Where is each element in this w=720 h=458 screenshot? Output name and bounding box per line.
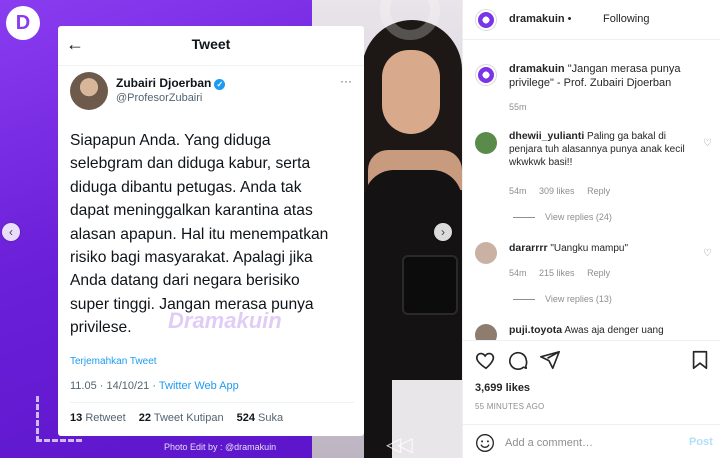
tweet-time: 11.05 · 14/10/21 ·	[70, 380, 157, 392]
like-comment-heart-icon[interactable]: ♡	[703, 138, 712, 149]
retweet-stat: 13 Retweet	[70, 412, 126, 424]
bookmark-icon[interactable]	[689, 349, 711, 371]
translate-tweet-link: Terjemahkan Tweet	[70, 356, 157, 367]
tweet-title: Tweet	[191, 36, 231, 52]
comment-body: Awas aja denger uang	[564, 325, 664, 336]
person-face	[382, 50, 440, 134]
comments-section[interactable]: dramakuin "Jangan merasa punya privilege…	[463, 40, 720, 340]
tweet-text-line: alasan apapun. Hal itu menempatkan	[70, 225, 329, 243]
post-sidebar: dramakuin • Following dramakuin "Jangan m…	[462, 0, 720, 458]
tweet-text-line: Siapapun Anda. Yang diduga	[70, 132, 271, 149]
caption-username[interactable]: dramakuin	[509, 63, 565, 75]
reply-button[interactable]: Reply	[587, 268, 610, 278]
comment-avatar[interactable]	[475, 324, 497, 340]
comment-time: 54m	[509, 186, 527, 196]
caption-time: 55m	[509, 102, 527, 112]
add-comment-bar: Post	[463, 424, 720, 458]
tweet-text-line: selebgram dan diduga kabur, serta	[70, 155, 311, 173]
caption-avatar[interactable]	[475, 64, 497, 86]
rewind-icon: ◁◁	[386, 434, 413, 456]
verified-icon: ✓	[214, 79, 226, 90]
tweet-text-line: diduga dibantu petugas. Anda tak	[70, 178, 302, 196]
tweet-stats: 13 Retweet 22 Tweet Kutipan 524 Suka	[70, 412, 293, 424]
comment-meta: 54m 215 likes Reply	[509, 268, 620, 278]
heart-icon[interactable]	[475, 349, 497, 371]
tweet-author-name: Zubairi Djoerban ✓	[116, 76, 226, 90]
tweet-author-handle: @ProfesorZubairi	[116, 92, 203, 104]
post-time-ago: 55 MINUTES AGO	[475, 402, 545, 411]
tweet-header: ← Tweet	[58, 26, 364, 66]
dramakuin-logo: D	[6, 6, 40, 40]
like-stat: 524 Suka	[236, 412, 284, 424]
photo-credit: Photo Edit by : @dramakuin	[164, 442, 277, 452]
post-actions: 3,699 likes 55 MINUTES AGO	[463, 340, 720, 420]
comment-input[interactable]	[505, 434, 675, 452]
emoji-icon[interactable]	[475, 433, 495, 453]
tweet-text-line: Anda datang dari negara berisiko	[70, 272, 300, 290]
tweet-app: Twitter Web App	[158, 380, 239, 392]
comment-likes[interactable]: 215 likes	[539, 268, 575, 278]
comment-avatar[interactable]	[475, 132, 497, 154]
comment-avatar[interactable]	[475, 242, 497, 264]
tweet-author: Zubairi Djoerban ✓ @ProfesorZubairi ···	[70, 72, 354, 112]
header-username[interactable]: dramakuin •	[509, 13, 575, 25]
tweet-author-name-text: Zubairi Djoerban	[116, 76, 212, 90]
comment-username[interactable]: puji.toyota	[509, 324, 562, 336]
comment-icon[interactable]	[507, 349, 529, 371]
comment-time: 54m	[509, 268, 527, 278]
person-bag	[402, 255, 458, 315]
following-button[interactable]: Following	[603, 13, 649, 25]
view-replies-button[interactable]: View replies (24)	[513, 212, 612, 222]
tweet-text-line: risiko bagi masyarakat. Apalagi jika	[70, 249, 313, 267]
more-options-icon: ···	[340, 74, 352, 88]
comment-text: dhewii_yulianti Paling ga bakal di penja…	[509, 130, 699, 169]
dramakuin-watermark: Dramakuin	[168, 308, 282, 333]
next-image-button[interactable]: ›	[434, 223, 452, 241]
reply-button[interactable]: Reply	[587, 186, 610, 196]
tweet-divider	[70, 402, 354, 403]
tweet-text-line: dapat meninggalkan karantina atas	[70, 202, 313, 220]
like-comment-heart-icon[interactable]: ♡	[703, 248, 712, 259]
tweet-author-avatar	[70, 72, 108, 110]
tweet-card: ← Tweet Zubairi Djoerban ✓ @ProfesorZubai…	[58, 26, 364, 436]
comment-username[interactable]: dhewii_yulianti	[509, 130, 584, 142]
comment-body: "Uangku mampu"	[550, 243, 629, 254]
comment-username[interactable]: dararrrr	[509, 242, 548, 254]
post-comment-button[interactable]: Post	[689, 436, 713, 448]
header-avatar[interactable]	[475, 9, 497, 31]
previous-image-button[interactable]: ‹	[2, 223, 20, 241]
post-header: dramakuin • Following	[463, 0, 720, 40]
post-image: D ◁◁ ← Tweet Zubairi Djoerban ✓ @Profesor…	[0, 0, 462, 458]
tweet-meta: 11.05 · 14/10/21 · Twitter Web App	[70, 380, 239, 392]
share-icon[interactable]	[539, 349, 561, 371]
logo-letter: D	[15, 11, 31, 34]
comment-text: puji.toyota Awas aja denger uang	[509, 324, 699, 337]
comment-likes[interactable]: 309 likes	[539, 186, 575, 196]
comment-meta: 54m 309 likes Reply	[509, 186, 620, 196]
view-replies-button[interactable]: View replies (13)	[513, 294, 612, 304]
likes-count[interactable]: 3,699 likes	[475, 382, 530, 394]
comment-text: dararrrr "Uangku mampu"	[509, 242, 699, 255]
quote-stat: 22 Tweet Kutipan	[138, 412, 224, 424]
caption: dramakuin "Jangan merasa punya privilege…	[509, 62, 709, 90]
